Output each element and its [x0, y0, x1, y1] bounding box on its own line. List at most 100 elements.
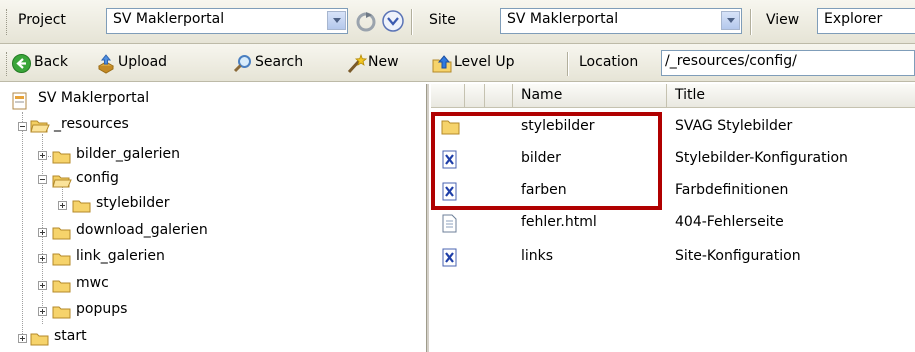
tree-node-mwc[interactable]: mwc — [52, 273, 212, 297]
tree-node-label: start — [54, 328, 87, 344]
folder-icon — [52, 253, 71, 266]
column-header-icon[interactable] — [431, 84, 465, 108]
chevron-down-icon[interactable] — [721, 11, 740, 30]
tree-collapse-icon[interactable] — [18, 122, 27, 131]
tree-expand-icon[interactable] — [38, 281, 47, 290]
row-name: farben — [521, 182, 567, 198]
tree-node-label: mwc — [76, 275, 109, 291]
panel-splitter[interactable] — [426, 84, 429, 352]
row-title: 404-Fehlerseite — [675, 214, 784, 230]
folder-icon — [30, 333, 49, 346]
row-name: stylebilder — [521, 118, 595, 134]
column-header-lock[interactable] — [485, 84, 513, 108]
upload-icon — [97, 54, 115, 74]
tree-node-label: link_galerien — [76, 248, 165, 264]
project-label: Project — [18, 12, 66, 28]
search-icon — [233, 55, 251, 73]
column-header-title-label: Title — [675, 87, 706, 103]
project-select-value: SV Maklerportal — [113, 11, 225, 27]
site-select-value: SV Maklerportal — [507, 11, 619, 27]
xml-file-icon — [442, 150, 457, 169]
tree-node-popups[interactable]: popups — [52, 299, 212, 323]
tree-node-start[interactable]: start — [30, 326, 190, 350]
tree-expand-icon[interactable] — [38, 307, 47, 316]
tree-expand-icon[interactable] — [38, 151, 47, 160]
site-label: Site — [429, 12, 456, 28]
chevron-down-icon[interactable] — [327, 11, 346, 30]
file-list-header: Name Title — [431, 84, 915, 108]
folder-icon — [72, 200, 91, 213]
tree-node-label: SV Maklerportal — [38, 90, 150, 106]
tree-expand-icon[interactable] — [38, 228, 47, 237]
tree-expand-icon[interactable] — [38, 254, 47, 263]
back-label: Back — [34, 54, 68, 70]
tree-node-label: _resources — [54, 116, 129, 132]
project-select[interactable]: SV Maklerportal — [106, 8, 348, 34]
folder-icon — [52, 227, 71, 240]
toolbar-grip[interactable] — [6, 52, 10, 76]
xml-file-icon — [442, 248, 457, 267]
tree-node-stylebilder[interactable]: stylebilder — [72, 193, 272, 217]
tree-node-download-galerien[interactable]: download_galerien — [52, 220, 302, 244]
table-row[interactable]: stylebilder SVAG Stylebilder — [431, 112, 915, 143]
project-toolbar: Project SV Maklerportal Site SV Maklerpo… — [0, 0, 915, 44]
file-list: Name Title stylebilder SVAG Stylebilder … — [431, 84, 915, 352]
expand-down-icon[interactable] — [381, 9, 405, 33]
tree-node-link-galerien[interactable]: link_galerien — [52, 246, 272, 270]
folder-icon — [52, 151, 71, 164]
row-title: Stylebilder-Konfiguration — [675, 150, 848, 166]
location-value: /_resources/config/ — [665, 53, 797, 69]
tree-node-label: stylebilder — [96, 195, 170, 211]
tree-collapse-icon[interactable] — [38, 175, 47, 184]
tree-expand-icon[interactable] — [58, 201, 67, 210]
view-select-value: Explorer — [824, 11, 883, 27]
toolbar-separator — [750, 9, 752, 35]
site-icon — [12, 92, 27, 110]
row-title: SVAG Stylebilder — [675, 118, 793, 134]
folder-icon — [441, 120, 460, 135]
folder-open-icon — [30, 120, 50, 133]
folder-open-icon — [52, 175, 72, 188]
tree-node-config[interactable]: config — [52, 168, 252, 192]
view-select[interactable]: Explorer — [817, 8, 915, 34]
column-header-name-label: Name — [521, 87, 563, 103]
magic-wand-icon — [347, 54, 367, 74]
folder-tree: SV Maklerportal _resources bilder_galeri… — [0, 84, 424, 352]
search-label: Search — [255, 54, 304, 70]
row-title: Site-Konfiguration — [675, 248, 801, 264]
html-file-icon — [442, 214, 457, 233]
tree-connector — [22, 112, 23, 338]
folder-icon — [52, 306, 71, 319]
table-row[interactable]: fehler.html 404-Fehlerseite — [431, 208, 915, 239]
column-header-title[interactable]: Title — [667, 84, 915, 108]
tree-node-root[interactable]: SV Maklerportal — [0, 88, 260, 112]
tree-node-label: config — [76, 170, 119, 186]
folder-up-icon — [432, 55, 452, 73]
table-row[interactable]: links Site-Konfiguration — [431, 242, 915, 273]
toolbar-grip[interactable] — [6, 9, 10, 35]
refresh-icon[interactable] — [354, 10, 378, 34]
toolbar-separator — [411, 9, 413, 35]
tree-node-label: popups — [76, 301, 128, 317]
row-title: Farbdefinitionen — [675, 182, 789, 198]
xml-file-icon — [442, 182, 457, 201]
tree-node-label: bilder_galerien — [76, 146, 181, 162]
tree-expand-icon[interactable] — [18, 334, 27, 343]
tree-node-bilder-galerien[interactable]: bilder_galerien — [52, 144, 272, 168]
new-label: New — [368, 54, 399, 70]
table-row[interactable]: farben Farbdefinitionen — [431, 176, 915, 207]
table-row[interactable]: bilder Stylebilder-Konfiguration — [431, 144, 915, 175]
row-name: bilder — [521, 150, 561, 166]
column-header-name[interactable]: Name — [513, 84, 667, 108]
folder-icon — [52, 280, 71, 293]
row-name: fehler.html — [521, 214, 597, 230]
row-name: links — [521, 248, 554, 264]
upload-label: Upload — [118, 54, 168, 70]
tree-node-label: download_galerien — [76, 222, 208, 238]
column-header-status[interactable] — [465, 84, 485, 108]
tree-node-resources[interactable]: _resources — [30, 114, 230, 138]
site-select[interactable]: SV Maklerportal — [500, 8, 742, 34]
location-input[interactable]: /_resources/config/ — [661, 50, 915, 76]
toolbar-separator — [567, 52, 569, 76]
level-up-label: Level Up — [454, 54, 515, 70]
